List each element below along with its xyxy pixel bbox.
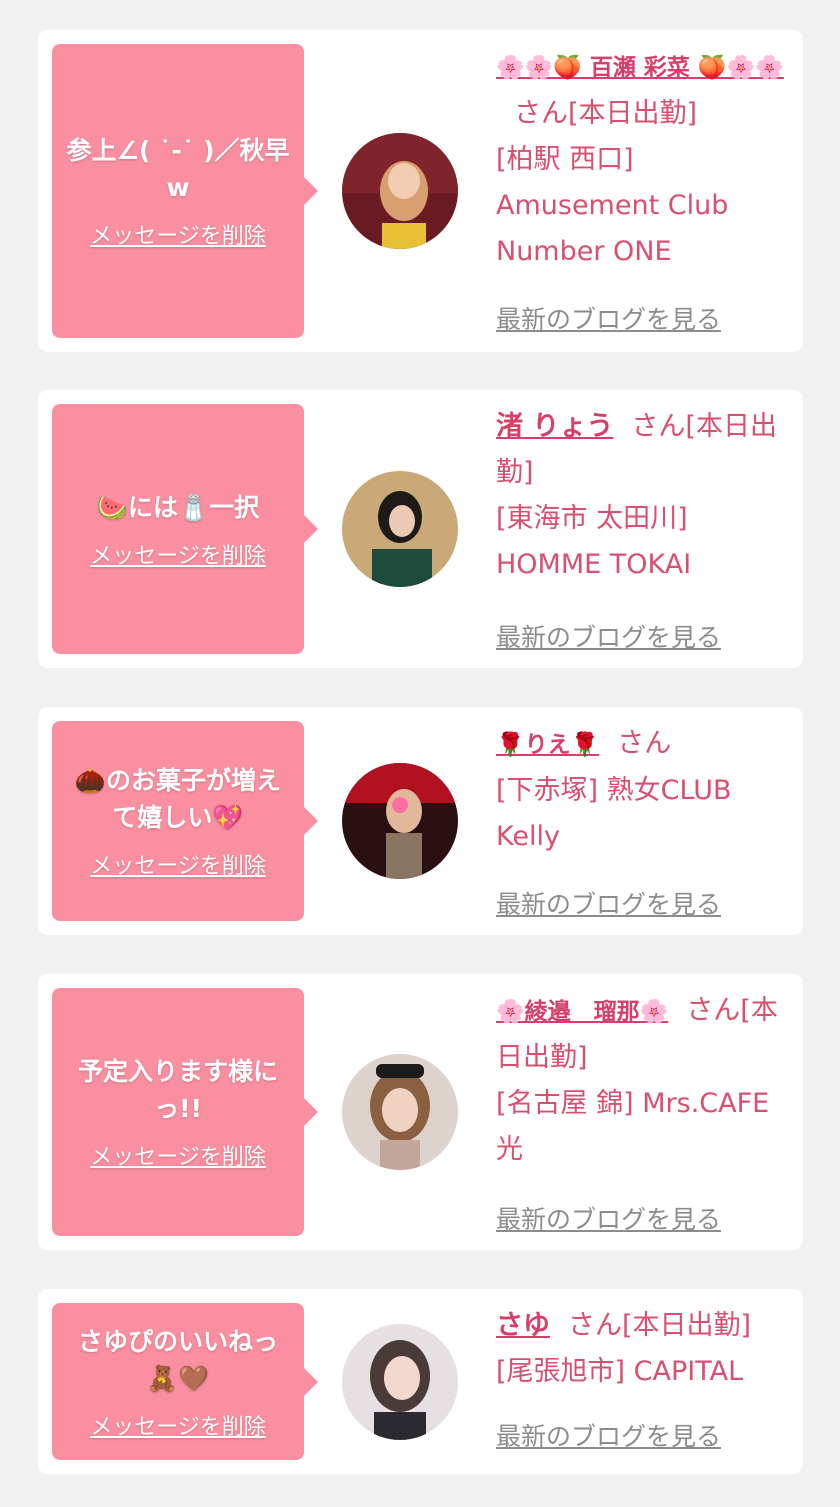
latest-blog-link[interactable]: 最新のブログを見る xyxy=(496,885,721,921)
message-card: 🌰のお菓子が増えて嬉しい💖 メッセージを削除 🌹りえ🌹 さん [下赤塚] 熟女CL… xyxy=(38,707,803,935)
shop-name: [柏駅 西口] Amusement Club Number ONE xyxy=(496,144,729,267)
message-bubble: 予定入ります様にっ!! メッセージを削除 xyxy=(52,988,318,1236)
cast-name-link[interactable]: さゆ xyxy=(496,1310,550,1341)
message-bubble: 🍉には🧂一択 メッセージを削除 xyxy=(52,404,318,654)
cast-info: 🌹りえ🌹 さん [下赤塚] 熟女CLUB Kelly xyxy=(496,721,788,860)
cast-photo-icon xyxy=(342,471,458,587)
latest-blog-link[interactable]: 最新のブログを見る xyxy=(496,300,721,336)
cast-status: さん[本日出勤] xyxy=(568,1310,752,1341)
message-bubble: 🌰のお菓子が増えて嬉しい💖 メッセージを削除 xyxy=(52,721,318,921)
cast-info: 渚 りょう さん[本日出勤] [東海市 太田川] HOMME TOKAI xyxy=(496,404,788,588)
message-text: 予定入ります様にっ!! xyxy=(77,1057,278,1123)
delete-message-link[interactable]: メッセージを削除 xyxy=(90,1139,266,1171)
cast-info: 🌸🌸🍑 百瀬 彩菜 🍑🌸🌸 さん[本日出勤] [柏駅 西口] Amusement … xyxy=(496,44,788,275)
latest-blog-link[interactable]: 最新のブログを見る xyxy=(496,618,721,654)
cast-photo-icon xyxy=(342,1054,458,1170)
message-bubble: さゆぴのいいねっ🧸🤎 メッセージを削除 xyxy=(52,1303,318,1460)
message-card: さゆぴのいいねっ🧸🤎 メッセージを削除 さゆ さん[本日出勤] [尾張旭市] CA… xyxy=(38,1289,803,1474)
message-text: さゆぴのいいねっ🧸🤎 xyxy=(77,1326,278,1393)
cast-info: さゆ さん[本日出勤] [尾張旭市] CAPITAL xyxy=(496,1303,788,1395)
delete-message-link[interactable]: メッセージを削除 xyxy=(90,1409,266,1441)
cast-info: 🌸綾邉 瑠那🌸 さん[本日出勤] [名古屋 錦] Mrs.CAFE 光 xyxy=(496,988,788,1173)
message-card: 予定入ります様にっ!! メッセージを削除 🌸綾邉 瑠那🌸 さん[本日出勤] [名古… xyxy=(38,974,803,1250)
message-text: 🌰のお菓子が増えて嬉しい💖 xyxy=(74,766,282,832)
cast-avatar[interactable] xyxy=(342,471,458,587)
cast-status: さん xyxy=(617,728,672,759)
delete-message-link[interactable]: メッセージを削除 xyxy=(90,848,266,880)
shop-name: [尾張旭市] CAPITAL xyxy=(496,1356,744,1387)
latest-blog-link[interactable]: 最新のブログを見る xyxy=(496,1200,721,1236)
shop-name: [下赤塚] 熟女CLUB Kelly xyxy=(496,775,732,852)
cast-avatar[interactable] xyxy=(342,763,458,879)
cast-photo-icon xyxy=(342,763,458,879)
message-bubble: 参上∠( ˙-˙ )／秋早w メッセージを削除 xyxy=(52,44,318,338)
cast-name-link[interactable]: 🌹りえ🌹 xyxy=(496,732,599,758)
shop-name: [東海市 太田川] HOMME TOKAI xyxy=(496,503,692,580)
latest-blog-link[interactable]: 最新のブログを見る xyxy=(496,1417,721,1453)
cast-status: さん[本日出勤] xyxy=(514,98,698,129)
message-card: 参上∠( ˙-˙ )／秋早w メッセージを削除 🌸🌸🍑 百瀬 彩菜 🍑🌸🌸 さん[… xyxy=(38,30,803,352)
cast-name-link[interactable]: 渚 りょう xyxy=(496,411,613,442)
cast-avatar[interactable] xyxy=(342,1324,458,1440)
delete-message-link[interactable]: メッセージを削除 xyxy=(90,538,266,570)
cast-name-link[interactable]: 🌸🌸🍑 百瀬 彩菜 🍑🌸🌸 xyxy=(496,55,784,81)
message-card: 🍉には🧂一択 メッセージを削除 渚 りょう さん[本日出勤] [東海市 太田川] … xyxy=(38,390,803,668)
cast-photo-icon xyxy=(342,133,458,249)
cast-name-link[interactable]: 🌸綾邉 瑠那🌸 xyxy=(496,999,668,1025)
cast-avatar[interactable] xyxy=(342,1054,458,1170)
message-text: 参上∠( ˙-˙ )／秋早w xyxy=(66,136,290,202)
cast-avatar[interactable] xyxy=(342,133,458,249)
cast-photo-icon xyxy=(342,1324,458,1440)
shop-name: [名古屋 錦] Mrs.CAFE 光 xyxy=(496,1088,770,1165)
message-text: 🍉には🧂一択 xyxy=(96,492,260,522)
delete-message-link[interactable]: メッセージを削除 xyxy=(90,218,266,250)
